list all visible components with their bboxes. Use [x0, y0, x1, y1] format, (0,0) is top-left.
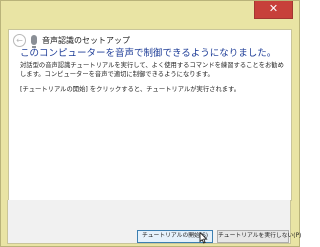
microphone-icon — [31, 35, 37, 48]
description-text: 対話型の音声認識チュートリアルを実行して、よく使用するコマンドを練習することをお… — [20, 62, 284, 78]
page-heading: このコンピューターを音声で制御できるようになりました。 — [20, 48, 277, 59]
wizard-content: ← 音声認識のセットアップ このコンピューターを音声で制御できるようになりました… — [8, 29, 292, 201]
title-bar[interactable]: ✕ — [1, 1, 299, 29]
button-bar: チュートリアルの開始(S) チュートリアルを実行しない(P) — [7, 200, 301, 244]
mouse-pointer-icon — [199, 232, 208, 244]
skip-tutorial-button[interactable]: チュートリアルを実行しない(P) — [217, 230, 301, 243]
wizard-title: 音声認識のセットアップ — [42, 35, 130, 45]
close-button[interactable]: ✕ — [254, 1, 293, 19]
instruction-text: [チュートリアルの開始] をクリックすると、チュートリアルが実行されます。 — [20, 86, 241, 93]
